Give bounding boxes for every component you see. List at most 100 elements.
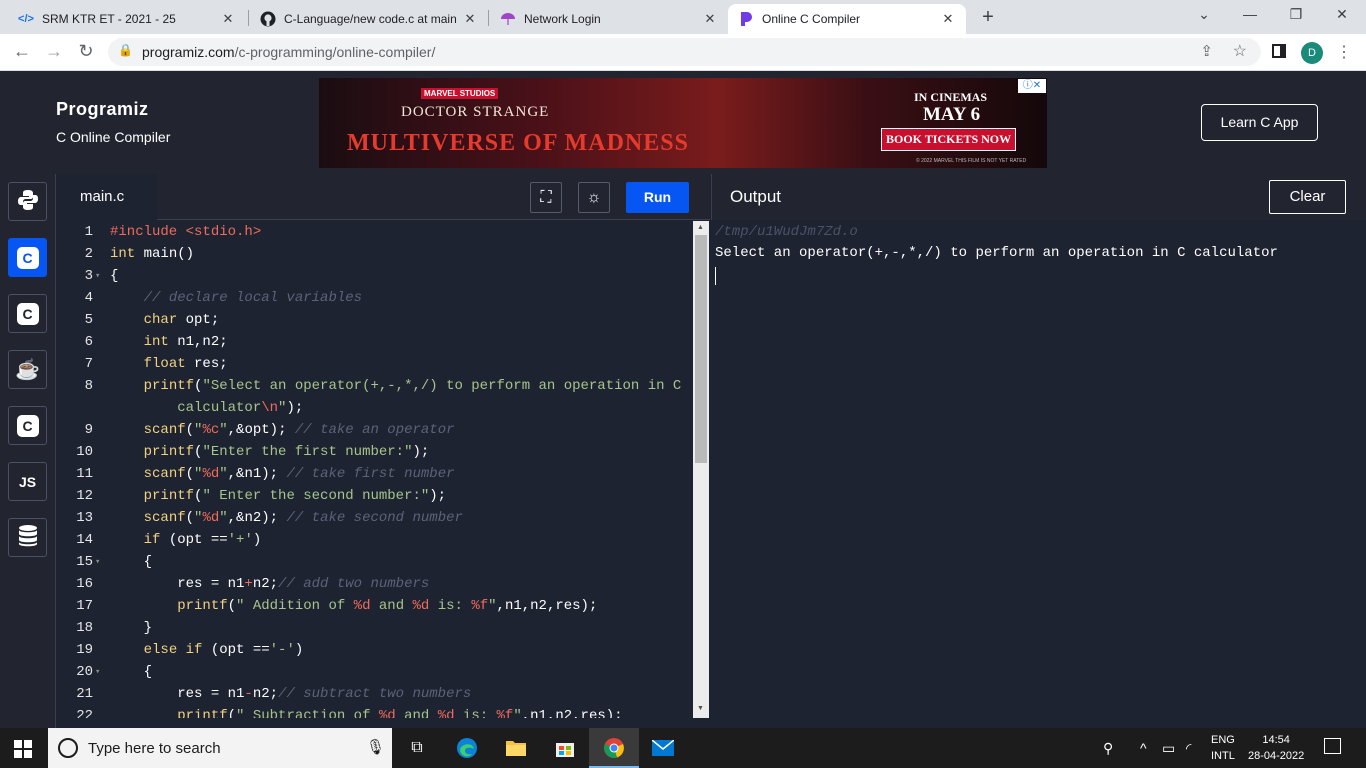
chrome-icon[interactable] bbox=[601, 736, 627, 760]
code-line[interactable]: 10 printf("Enter the first number:"); bbox=[57, 441, 693, 463]
code-line[interactable]: calculator\n"); bbox=[57, 397, 693, 419]
system-clock[interactable]: 14:54 28-04-2022 bbox=[1248, 732, 1304, 764]
code-line[interactable]: 19 else if (opt =='-') bbox=[57, 639, 693, 661]
java-lang-button[interactable]: ☕ bbox=[8, 350, 47, 389]
fold-arrow-icon[interactable]: ▾ bbox=[95, 265, 100, 287]
code-line[interactable]: 15 ▾ { bbox=[57, 551, 693, 573]
new-tab-button[interactable]: + bbox=[976, 6, 1000, 29]
scroll-up-arrow-icon[interactable]: ▲ bbox=[697, 224, 704, 231]
file-explorer-icon[interactable] bbox=[503, 736, 529, 760]
restore-icon[interactable]: ❐ bbox=[1282, 6, 1310, 23]
code-line[interactable]: 12 printf(" Enter the second number:"); bbox=[57, 485, 693, 507]
bookmark-star-icon[interactable]: ☆ bbox=[1233, 41, 1247, 61]
code-token: %d bbox=[437, 708, 455, 718]
url-text[interactable]: programiz.com/c-programming/online-compi… bbox=[142, 44, 435, 60]
line-number: 1 bbox=[84, 224, 93, 240]
tab-search-icon[interactable]: ⌄ bbox=[1190, 6, 1218, 23]
close-tab-icon[interactable]: ✕ bbox=[702, 11, 718, 27]
csharp-lang-button[interactable]: C bbox=[8, 406, 47, 445]
close-window-icon[interactable]: ✕ bbox=[1328, 6, 1356, 23]
profile-avatar[interactable]: D bbox=[1301, 42, 1323, 64]
fold-arrow-icon[interactable]: ▾ bbox=[95, 551, 100, 573]
advertisement-banner[interactable]: MARVEL STUDIOS DOCTOR STRANGE MULTIVERSE… bbox=[319, 78, 1047, 168]
edge-browser-icon[interactable] bbox=[454, 736, 480, 760]
wifi-icon[interactable]: ◜ bbox=[1186, 740, 1191, 757]
tab-title: Online C Compiler bbox=[762, 12, 861, 26]
editor-scrollbar[interactable]: ▲ ▼ bbox=[693, 221, 709, 718]
code-token: printf bbox=[143, 378, 195, 394]
people-icon[interactable]: ⚲ bbox=[1103, 740, 1113, 757]
side-panel-icon[interactable] bbox=[1272, 44, 1286, 58]
code-line[interactable]: 7 float res; bbox=[57, 353, 693, 375]
code-token: <stdio.h> bbox=[185, 224, 262, 240]
input-language-indicator[interactable]: ENG INTL bbox=[1211, 732, 1235, 764]
browser-tab-github[interactable]: C-Language/new code.c at main ✕ bbox=[250, 4, 488, 34]
clear-button[interactable]: Clear bbox=[1269, 180, 1346, 214]
code-line[interactable]: 20 ▾ { bbox=[57, 661, 693, 683]
code-line[interactable]: 13 scanf("%d",&n2); // take second numbe… bbox=[57, 507, 693, 529]
microsoft-store-icon[interactable] bbox=[552, 736, 578, 760]
taskbar-search-box[interactable]: Type here to search 🎙 bbox=[48, 728, 392, 768]
output-console[interactable]: /tmp/u1WudJm7Zd.o Select an operator(+,-… bbox=[711, 220, 1366, 728]
forward-arrow-icon[interactable]: → bbox=[42, 41, 66, 62]
code-line[interactable]: 18 } bbox=[57, 617, 693, 639]
scroll-down-arrow-icon[interactable]: ▼ bbox=[697, 705, 704, 712]
run-button[interactable]: Run bbox=[626, 182, 689, 213]
code-line[interactable]: 6 int n1,n2; bbox=[57, 331, 693, 353]
code-line[interactable]: 9 scanf("%c",&opt); // take an operator bbox=[57, 419, 693, 441]
close-tab-icon[interactable]: ✕ bbox=[940, 11, 956, 27]
code-line[interactable]: 3 ▾ { bbox=[57, 265, 693, 287]
learn-c-app-button[interactable]: Learn C App bbox=[1201, 104, 1318, 141]
lock-icon[interactable]: 🔒 bbox=[118, 43, 133, 57]
code-editor[interactable]: 1 #include <stdio.h> 2 int main() 3 ▾{4 // de… bbox=[57, 221, 693, 718]
show-hidden-icons-chevron-icon[interactable]: ^ bbox=[1140, 740, 1147, 756]
fold-arrow-icon[interactable]: ▾ bbox=[95, 661, 100, 683]
file-tab-main-c[interactable]: main.c bbox=[57, 174, 157, 220]
address-bar[interactable]: 🔒 programiz.com/c-programming/online-com… bbox=[108, 38, 1261, 66]
code-token: ,n1,n2,res); bbox=[496, 598, 598, 614]
python-lang-button[interactable] bbox=[8, 182, 47, 221]
battery-icon[interactable]: ▭ bbox=[1162, 740, 1175, 757]
theme-toggle-sun-icon[interactable]: ☼ bbox=[578, 182, 610, 213]
windows-start-icon[interactable] bbox=[14, 740, 32, 758]
code-line[interactable]: 22 printf(" Subtraction of %d and %d is:… bbox=[57, 705, 693, 718]
code-line[interactable]: 1 #include <stdio.h> bbox=[57, 221, 693, 243]
code-line[interactable]: 8 printf("Select an operator(+,-,*,/) to… bbox=[57, 375, 693, 397]
programiz-logo[interactable]: Programiz bbox=[56, 99, 149, 120]
ad-book-tickets-button[interactable]: BOOK TICKETS NOW bbox=[881, 128, 1017, 151]
browser-tab-network-login[interactable]: Network Login ✕ bbox=[490, 4, 728, 34]
close-tab-icon[interactable]: ✕ bbox=[220, 11, 236, 27]
javascript-icon: JS bbox=[18, 473, 37, 490]
code-line[interactable]: 16 res = n1+n2;// add two numbers bbox=[57, 573, 693, 595]
code-line[interactable]: 21 res = n1-n2;// subtract two numbers bbox=[57, 683, 693, 705]
javascript-lang-button[interactable]: JS bbox=[8, 462, 47, 501]
task-view-icon[interactable]: ⧉ bbox=[404, 736, 430, 760]
ad-choices-icon[interactable]: ⓘ✕ bbox=[1018, 79, 1046, 93]
browser-tab-online-c-compiler[interactable]: Online C Compiler ✕ bbox=[728, 4, 966, 34]
code-line[interactable]: 5 char opt; bbox=[57, 309, 693, 331]
browser-tab-srm[interactable]: </> SRM KTR ET - 2021 - 25 ✕ bbox=[8, 4, 246, 34]
sql-lang-button[interactable] bbox=[8, 518, 47, 557]
share-icon[interactable]: ⇪ bbox=[1200, 42, 1213, 60]
line-number: 8 bbox=[84, 378, 93, 394]
back-arrow-icon[interactable]: ← bbox=[10, 41, 34, 62]
close-tab-icon[interactable]: ✕ bbox=[462, 11, 478, 27]
code-line[interactable]: 11 scanf("%d",&n1); // take first number bbox=[57, 463, 693, 485]
microphone-icon[interactable]: 🎙 bbox=[366, 738, 385, 756]
c-lang-button[interactable]: C bbox=[8, 238, 47, 277]
browser-menu-icon[interactable]: ⋮ bbox=[1336, 42, 1352, 62]
code-line[interactable]: 17 printf(" Addition of %d and %d is: %f… bbox=[57, 595, 693, 617]
mail-icon[interactable] bbox=[650, 736, 676, 760]
editor-scrollbar-thumb[interactable] bbox=[695, 235, 707, 463]
minimize-icon[interactable]: — bbox=[1236, 6, 1264, 22]
notification-center-icon[interactable] bbox=[1324, 738, 1341, 754]
cpp-lang-button[interactable]: C bbox=[8, 294, 47, 333]
fullscreen-icon[interactable]: ⛶ bbox=[530, 182, 562, 213]
code-line[interactable]: 2 int main() bbox=[57, 243, 693, 265]
code-text: scanf("%d",&n2); // take second number bbox=[110, 507, 463, 529]
reload-icon[interactable]: ↻ bbox=[74, 41, 98, 62]
code-line[interactable]: 4 // declare local variables bbox=[57, 287, 693, 309]
code-line[interactable]: 14 if (opt =='+') bbox=[57, 529, 693, 551]
